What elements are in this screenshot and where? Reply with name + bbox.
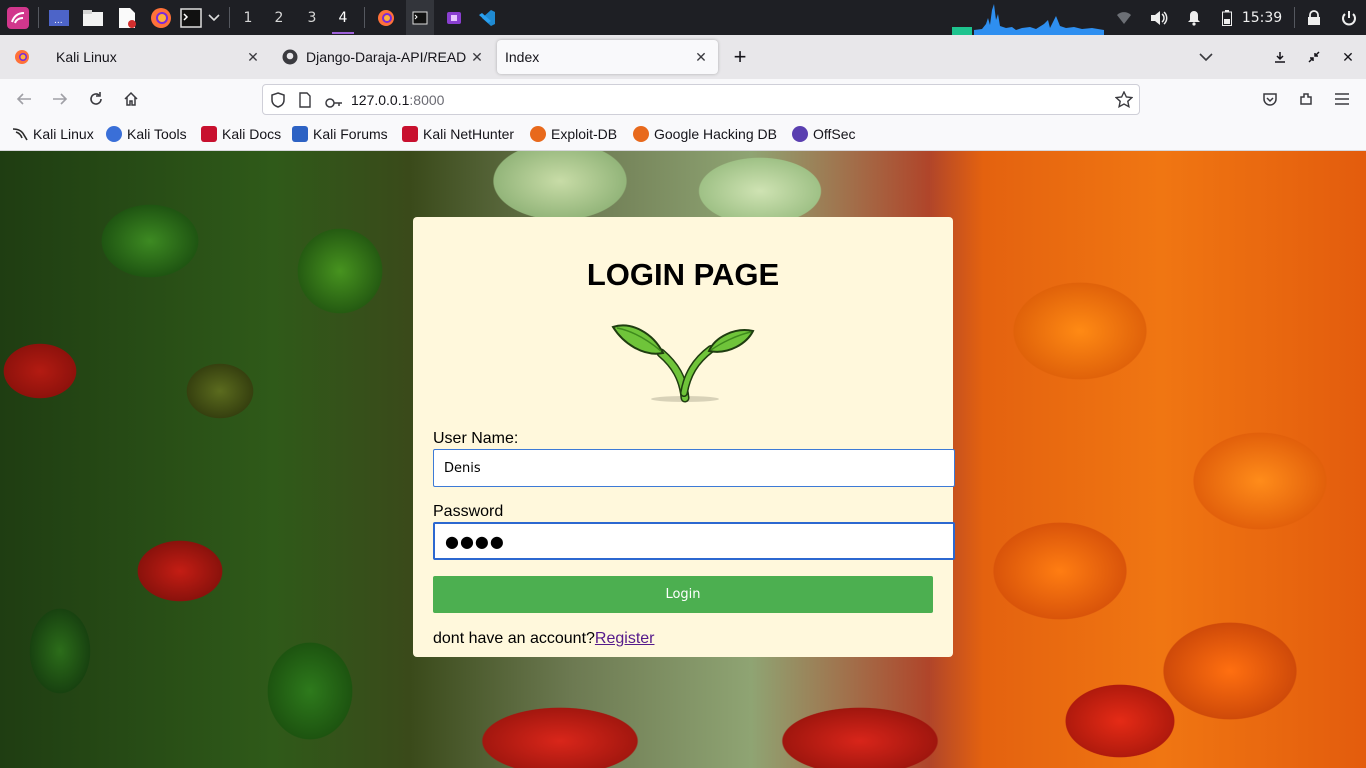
page-background: LOGIN PAGE User Name: Denis Password ●●●… [0,151,1366,768]
bookmark-kali-nethunter[interactable]: Kali NetHunter [402,126,514,142]
github-icon [282,49,298,65]
minimize-icon[interactable] [1268,40,1292,74]
bookmark-exploit-db[interactable]: Exploit-DB [530,126,617,142]
text-editor-icon[interactable] [114,0,140,35]
tab-bar: Kali Linux ✕ Django-Daraja-API/READ ✕ In… [0,35,1366,79]
bookmark-google-hacking-db[interactable]: Google Hacking DB [633,126,777,142]
vscode-icon[interactable] [474,0,500,35]
volume-icon[interactable] [1148,0,1170,35]
firefox-icon [15,50,29,64]
bell-icon[interactable] [1184,0,1204,35]
battery-icon[interactable] [1218,0,1236,35]
kali-dragon-icon [12,126,28,142]
tab-index[interactable]: Index ✕ [497,40,718,74]
reload-icon[interactable] [84,87,108,111]
new-tab-button[interactable]: + [728,40,752,74]
close-tab-icon[interactable]: ✕ [244,48,262,66]
firefox-view-button[interactable] [4,40,40,74]
bookmark-kali-linux[interactable]: Kali Linux [12,126,94,142]
bookmark-offsec[interactable]: OffSec [792,126,856,142]
firefox-task-icon[interactable] [374,0,398,35]
pocket-icon[interactable] [1258,87,1282,111]
kali-menu-icon[interactable] [4,0,32,35]
clock[interactable]: 15:39 [1242,0,1282,35]
register-prompt: dont have an account?Register [433,630,655,647]
login-card: LOGIN PAGE User Name: Denis Password ●●●… [413,217,955,657]
list-tabs-chevron-icon[interactable] [1194,40,1218,74]
workspace-2[interactable]: 2 [264,0,294,35]
close-window-icon[interactable]: ✕ [1336,40,1360,74]
url-bar[interactable]: 127.0.0.1:8000 [262,84,1140,115]
forward-arrow-icon[interactable] [48,87,72,111]
kali-tools-icon [106,126,122,142]
sprout-logo-icon [611,324,755,403]
page-icon[interactable] [299,92,311,112]
key-icon[interactable] [325,94,343,113]
power-icon[interactable] [1338,0,1360,35]
bookmark-kali-docs[interactable]: Kali Docs [201,126,281,142]
close-tab-icon[interactable]: ✕ [468,48,486,66]
tab-label: Index [505,49,540,65]
extensions-icon[interactable] [1294,87,1318,111]
bookmark-kali-forums[interactable]: Kali Forums [292,126,388,142]
password-mask: ●●●● [445,531,505,551]
app-task-icon[interactable] [442,0,466,35]
desktop-icon[interactable]: ... [46,0,72,35]
terminal-task-icon[interactable] [406,0,434,35]
lock-icon[interactable] [1304,0,1324,35]
username-input[interactable]: Denis [433,449,955,487]
exploit-db-icon [530,126,546,142]
network-icon[interactable] [1114,0,1134,35]
restore-icon[interactable] [1302,40,1326,74]
home-icon[interactable] [119,87,143,111]
bookmarks-toolbar: Kali Linux Kali Tools Kali Docs Kali For… [0,119,1366,151]
files-icon[interactable] [80,0,106,35]
firefox-icon[interactable] [148,0,174,35]
tab-label: Django-Daraja-API/READ [306,49,467,65]
ghdb-icon [633,126,649,142]
kali-nethunter-icon [402,126,418,142]
system-panel: ... 1 2 3 4 15:39 [0,0,1366,35]
terminal-icon[interactable] [178,0,204,35]
workspace-1[interactable]: 1 [233,0,263,35]
cpu-graph-icon [952,4,1104,35]
bookmark-kali-tools[interactable]: Kali Tools [106,126,187,142]
workspace-3[interactable]: 3 [297,0,327,35]
close-tab-icon[interactable]: ✕ [692,48,710,66]
kali-forums-icon [292,126,308,142]
tab-kali-linux[interactable]: Kali Linux ✕ [44,40,270,74]
login-button[interactable]: Login [433,576,933,613]
shield-icon[interactable] [271,92,285,112]
offsec-icon [792,126,808,142]
password-label: Password [433,503,504,520]
password-input[interactable]: ●●●● [433,522,955,560]
register-link[interactable]: Register [595,630,655,647]
chevron-down-icon[interactable] [204,0,224,35]
username-label: User Name: [433,430,519,447]
url-text: 127.0.0.1:8000 [351,92,445,108]
page-title: LOGIN PAGE [586,257,780,292]
back-arrow-icon[interactable] [12,87,36,111]
tab-label: Kali Linux [56,49,117,65]
bookmark-star-icon[interactable] [1114,90,1134,112]
workspace-4[interactable]: 4 [328,0,358,35]
menu-hamburger-icon[interactable] [1330,87,1354,111]
tab-django-daraja[interactable]: Django-Daraja-API/READ ✕ [272,40,494,74]
svg-text:...: ... [54,16,63,26]
kali-docs-icon [201,126,217,142]
